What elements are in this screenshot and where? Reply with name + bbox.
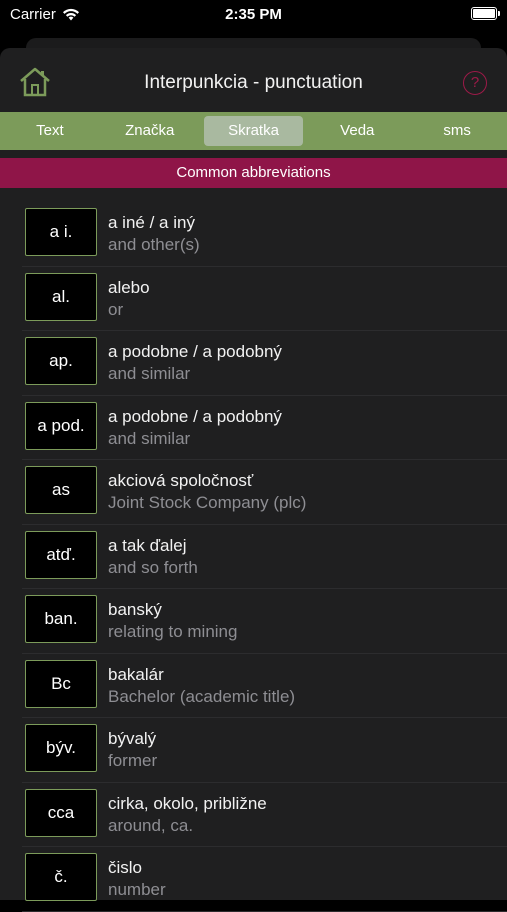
item-translation: around, ca. — [108, 815, 194, 835]
item-translation: number — [108, 880, 166, 899]
abbreviation-box: a i. — [25, 208, 97, 256]
list-item[interactable]: atď. a tak ďalej and so forth — [22, 525, 507, 589]
home-icon — [20, 67, 50, 97]
item-translation: and similar — [108, 364, 191, 383]
item-meaning: banský — [108, 600, 162, 619]
abbreviation-box: a pod. — [25, 401, 97, 450]
abbreviation-box: býv. — [25, 724, 97, 772]
list-item[interactable]: a i. a iné / a iný and other(s) — [22, 202, 507, 267]
abbreviation-box: Bc — [25, 659, 97, 708]
item-translation: Joint Stock Company (plc) — [108, 493, 307, 512]
list-item[interactable]: as akciová spoločnosť Joint Stock Compan… — [22, 460, 507, 525]
abbreviation-box: cca — [25, 788, 97, 837]
list-item[interactable]: Bc bakalár Bachelor (academic title) — [22, 654, 507, 718]
tab-sms[interactable]: sms — [407, 116, 507, 146]
item-meaning: alebo — [108, 277, 150, 297]
header: Interpunkcia - punctuation ? — [0, 48, 507, 112]
item-meaning: a iné / a iný — [108, 213, 195, 232]
abbreviation-box: as — [25, 466, 97, 514]
list-item[interactable]: ban. banský relating to mining — [22, 589, 507, 654]
item-translation: former — [108, 751, 158, 770]
help-icon: ? — [470, 74, 480, 91]
item-meaning: bývalý — [108, 729, 157, 748]
item-translation: and similar — [108, 428, 191, 448]
tab-bar: Text Značka Skratka Veda sms — [0, 112, 507, 150]
item-translation: and so forth — [108, 557, 198, 577]
list-item[interactable]: ap. a podobne / a podobný and similar — [22, 331, 507, 396]
list-item[interactable]: cca cirka, okolo, približne around, ca. — [22, 783, 507, 847]
list-item[interactable]: al. alebo or — [22, 267, 507, 331]
battery-icon — [471, 7, 500, 20]
item-meaning: a podobne / a podobný — [108, 342, 282, 361]
list-item[interactable]: č. čislo number — [22, 847, 507, 912]
list-item[interactable]: býv. bývalý former — [22, 718, 507, 783]
item-translation: or — [108, 299, 124, 319]
abbreviation-box: atď. — [25, 530, 97, 579]
item-meaning: cirka, okolo, približne — [108, 793, 267, 813]
page-title: Interpunkcia - punctuation — [144, 72, 363, 93]
home-button[interactable] — [18, 66, 52, 98]
abbreviation-list: a i. a iné / a iný and other(s) al. aleb… — [0, 202, 507, 912]
abbreviation-box: č. — [25, 853, 97, 901]
item-translation: Bachelor (academic title) — [108, 686, 296, 706]
item-meaning: akciová spoločnosť — [108, 471, 254, 490]
tab-text[interactable]: Text — [0, 116, 100, 146]
help-button[interactable]: ? — [463, 71, 487, 95]
tab-skratka[interactable]: Skratka — [203, 116, 304, 146]
main-sheet: Interpunkcia - punctuation ? Text Značka… — [0, 48, 507, 912]
item-meaning: čislo — [108, 858, 143, 877]
tab-znacka[interactable]: Značka — [100, 116, 200, 146]
abbreviation-box: ap. — [25, 337, 97, 385]
item-meaning: a tak ďalej — [108, 535, 187, 555]
status-time: 2:35 PM — [225, 6, 282, 23]
item-translation: relating to mining — [108, 622, 238, 641]
abbreviation-box: ban. — [25, 595, 97, 643]
item-translation: and other(s) — [108, 235, 200, 254]
item-meaning: a podobne / a podobný — [108, 406, 282, 426]
abbreviation-box: al. — [25, 272, 97, 321]
tab-veda[interactable]: Veda — [307, 116, 407, 146]
section-header: Common abbreviations — [0, 158, 507, 188]
status-bar: Carrier 2:35 PM — [0, 0, 507, 30]
item-meaning: bakalár — [108, 664, 164, 684]
list-item[interactable]: a pod. a podobne / a podobný and similar — [22, 396, 507, 460]
